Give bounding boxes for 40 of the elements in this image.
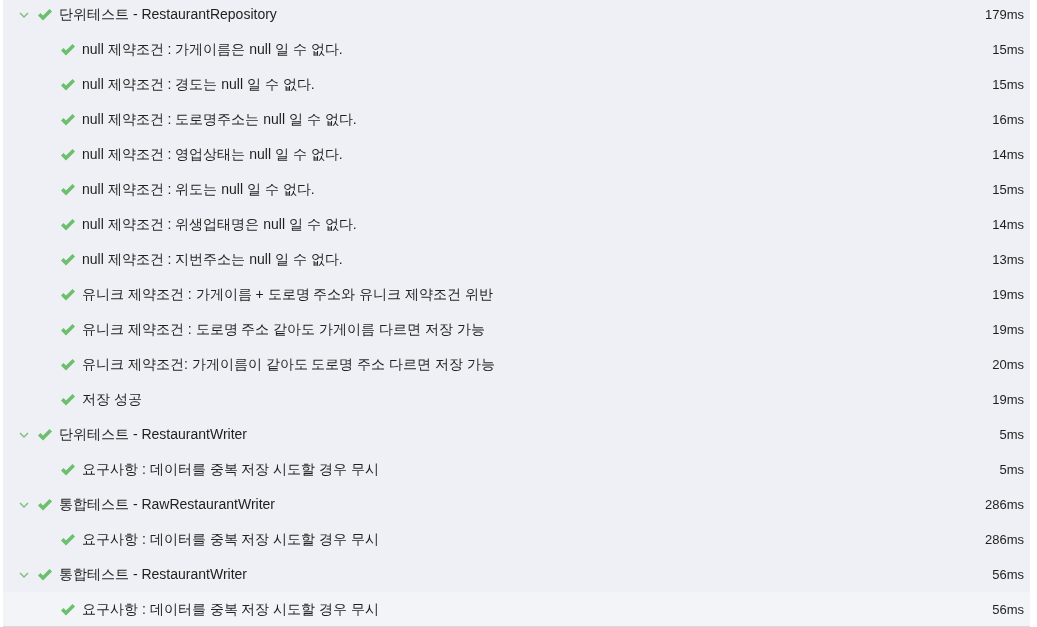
test-name[interactable]: null 제약조건 : 가게이름은 null 일 수 없다. (82, 40, 993, 59)
duration-text: 14ms (992, 147, 1024, 162)
duration-text: 15ms (992, 182, 1024, 197)
test-name[interactable]: null 제약조건 : 도로명주소는 null 일 수 없다. (82, 110, 993, 129)
test-suite-name[interactable]: 통합테스트 - RestaurantWriter (59, 565, 993, 584)
duration-text: 179ms (984, 7, 1024, 22)
duration-text: 5ms (999, 462, 1024, 477)
duration-text: 13ms (992, 252, 1024, 267)
duration-text: 19ms (992, 392, 1024, 407)
test-name[interactable]: null 제약조건 : 위도는 null 일 수 없다. (82, 180, 993, 199)
test-name[interactable]: 유니크 제약조건 : 가게이름 + 도로명 주소와 유니크 제약조건 위반 (82, 285, 993, 304)
test-name[interactable]: 유니크 제약조건: 가게이름이 같아도 도로명 주소 다르면 저장 가능 (82, 355, 993, 374)
duration-text: 16ms (992, 112, 1024, 127)
duration-text: 5ms (999, 427, 1024, 442)
test-name[interactable]: 요구사항 : 데이터를 중복 저장 시도할 경우 무시 (82, 460, 1000, 479)
chevron-icon[interactable] (19, 9, 29, 20)
duration-text: 15ms (992, 77, 1024, 92)
test-name[interactable]: null 제약조건 : 영업상태는 null 일 수 없다. (82, 145, 993, 164)
test-suite-name[interactable]: 단위테스트 - RestaurantRepository (59, 5, 985, 24)
chevron-icon[interactable] (19, 499, 29, 510)
test-name[interactable]: 저장 성공 (82, 390, 993, 409)
duration-text: 19ms (992, 287, 1024, 302)
duration-text: 56ms (992, 602, 1024, 617)
test-name[interactable]: null 제약조건 : 위생업태명은 null 일 수 없다. (82, 215, 993, 234)
test-name[interactable]: 유니크 제약조건 : 도로명 주소 같아도 가게이름 다르면 저장 가능 (82, 320, 993, 339)
test-name[interactable]: null 제약조건 : 지번주소는 null 일 수 없다. (82, 250, 993, 269)
chevron-icon[interactable] (19, 569, 29, 580)
test-name[interactable]: 요구사항 : 데이터를 중복 저장 시도할 경우 무시 (82, 530, 985, 549)
duration-text: 286ms (984, 497, 1024, 512)
duration-text: 56ms (992, 567, 1024, 582)
duration-text: 14ms (992, 217, 1024, 232)
chevron-icon[interactable] (19, 429, 29, 440)
test-suite-name[interactable]: 통합테스트 - RawRestaurantWriter (59, 495, 985, 514)
test-suite-name[interactable]: 단위테스트 - RestaurantWriter (59, 425, 1000, 444)
duration-text: 20ms (992, 357, 1024, 372)
test-name[interactable]: 요구사항 : 데이터를 중복 저장 시도할 경우 무시 (82, 600, 993, 619)
duration-text: 286ms (984, 532, 1024, 547)
duration-text: 15ms (992, 42, 1024, 57)
test-name[interactable]: null 제약조건 : 경도는 null 일 수 없다. (82, 75, 993, 94)
duration-text: 19ms (992, 322, 1024, 337)
